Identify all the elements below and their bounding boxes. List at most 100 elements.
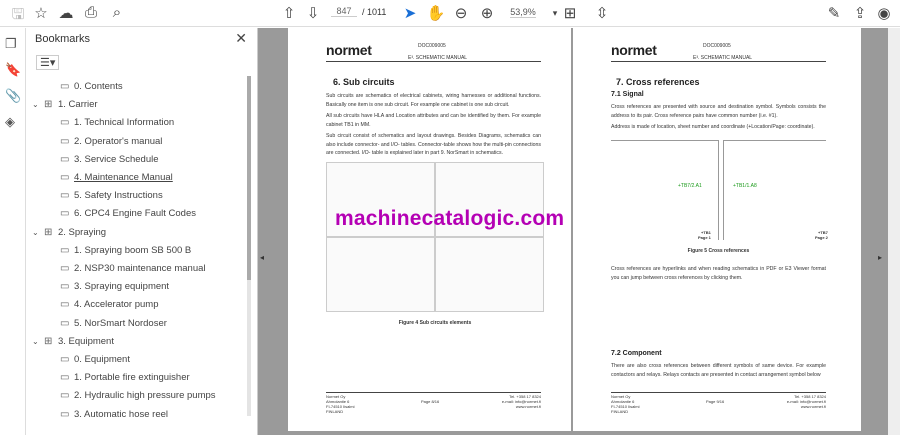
- save-icon[interactable]: 🖫: [8, 4, 28, 29]
- bookmark-item[interactable]: ▭ 6. CPC4 Engine Fault Codes: [48, 208, 196, 219]
- bookmark-icon: ▭: [60, 190, 70, 202]
- bookmark-item[interactable]: ▭ 3. Spraying equipment: [48, 281, 169, 292]
- bookmarks-panel: Bookmarks ✕ ☰▾ ▭ 0. Contents ⌄ ⊞ 1. Carrier ▭…: [26, 28, 258, 435]
- figure-io-table: [435, 237, 544, 312]
- cloud-upload-icon[interactable]: ☁: [56, 4, 76, 22]
- bookmark-label: 3. Spraying equipment: [74, 281, 170, 293]
- bookmark-label: 2. NSP30 maintenance manual: [74, 263, 206, 274]
- bookmark-item[interactable]: ▭ 3. Automatic hose reel: [48, 409, 168, 420]
- bookmark-item[interactable]: ▭ 2. Hydraulic high pressure pumps: [48, 390, 216, 401]
- bookmark-icon: ▭: [60, 299, 70, 311]
- bookmark-item[interactable]: ▭ 5. NorSmart Nordoser: [48, 318, 167, 329]
- zoom-in-icon[interactable]: ⊕: [477, 4, 497, 22]
- bookmark-icon: ▭: [60, 135, 70, 147]
- sign-icon[interactable]: ✎: [824, 4, 844, 22]
- paragraph: Cross references are hyperlinks and when…: [611, 266, 826, 281]
- panel-scrollbar[interactable]: [247, 76, 251, 416]
- section-heading: 6. Sub circuits: [333, 77, 395, 87]
- account-icon[interactable]: ◉: [874, 4, 894, 22]
- bookmark-item[interactable]: ▭ 4. Maintenance Manual: [48, 172, 173, 183]
- doc-number: DOC009005: [703, 43, 731, 49]
- bookmark-icon: ▭: [60, 390, 70, 402]
- share-icon[interactable]: ⇪: [850, 4, 870, 22]
- bookmark-icon: ▭: [60, 263, 70, 274]
- paragraph: Cross references are presented with sour…: [611, 104, 826, 119]
- bookmark-item[interactable]: ▭ 2. NSP30 maintenance manual: [48, 263, 206, 274]
- cross-ref-link[interactable]: +TB7/2.A1: [678, 183, 702, 189]
- bookmark-icon: ▭: [60, 153, 70, 165]
- bookmark-item[interactable]: ▭ 0. Equipment: [48, 354, 130, 365]
- page-up-icon[interactable]: ⇧: [279, 4, 299, 22]
- bookmark-label: 0. Contents: [74, 81, 123, 92]
- page-total: / 1011: [362, 7, 387, 17]
- close-icon[interactable]: ✕: [235, 30, 247, 47]
- scroll-mode-icon[interactable]: ⇳: [592, 4, 612, 22]
- bookmark-icon: ▭: [60, 354, 70, 365]
- expand-right-icon[interactable]: ▸: [878, 253, 882, 262]
- bookmark-icon: ⊞: [44, 226, 53, 238]
- page-number-input[interactable]: 847: [331, 6, 357, 17]
- search-icon[interactable]: ⌕: [107, 4, 127, 21]
- bookmark-label: 5. NorSmart Nordoser: [74, 317, 167, 329]
- thumbnails-icon[interactable]: ❐: [5, 36, 17, 52]
- page-down-icon[interactable]: ⇩: [303, 4, 323, 22]
- zoom-out-icon[interactable]: ⊖: [451, 4, 471, 22]
- bookmark-item[interactable]: ⌄ ⊞ 3. Equipment: [32, 336, 114, 347]
- bookmark-item[interactable]: ▭ 1. Portable fire extinguisher: [48, 372, 190, 383]
- watermark: machinecatalogic.com: [335, 207, 565, 230]
- toolbar: 🖫 ☆ ☁ ⎙ ⌕ ⇧ ⇩ 847 / 1011 ➤ ✋ ⊖ ⊕ 53,9% ▾…: [0, 0, 900, 27]
- select-cursor-icon[interactable]: ➤: [400, 4, 420, 22]
- page-label: Page 8/16: [421, 399, 440, 404]
- figure-caption: Figure 4 Sub circuits elements: [398, 320, 472, 326]
- paragraph: Sub circuits are schematics of electrica…: [326, 93, 541, 108]
- fit-page-icon[interactable]: ⊞: [560, 4, 580, 22]
- collapse-icon[interactable]: ⌄: [32, 228, 40, 237]
- side-rail: ❐ 🔖 📎 ◈: [0, 28, 26, 435]
- normet-logo: normet: [611, 42, 657, 58]
- bookmark-icon: ▭: [60, 244, 70, 256]
- bookmark-item[interactable]: ▭ 1. Spraying boom SB 500 B: [48, 245, 191, 256]
- bookmark-item[interactable]: ⌄ ⊞ 1. Carrier: [32, 99, 98, 110]
- section-heading: 7. Cross references: [616, 77, 700, 87]
- collapse-icon[interactable]: ⌄: [32, 337, 40, 346]
- zoom-level[interactable]: 53,9%: [510, 7, 536, 18]
- attachments-icon[interactable]: 📎: [5, 88, 21, 104]
- bookmark-star-icon[interactable]: ☆: [31, 4, 51, 22]
- bookmark-item[interactable]: ▭ 0. Contents: [48, 81, 123, 92]
- bookmark-item[interactable]: ▭ 5. Safety Instructions: [48, 190, 163, 201]
- layers-icon[interactable]: ◈: [5, 114, 15, 130]
- collapse-left-icon[interactable]: ◂: [260, 253, 264, 262]
- subsection-heading: 7.2 Component: [611, 350, 662, 357]
- document-scrollbar[interactable]: [888, 28, 900, 435]
- panel-title: Bookmarks: [35, 33, 91, 45]
- bookmark-icon: ▭: [60, 172, 70, 183]
- bookmark-label: 4. Maintenance Manual: [74, 172, 173, 183]
- bookmark-item[interactable]: ▭ 2. Operator's manual: [48, 136, 162, 147]
- bookmark-label: 3. Service Schedule: [74, 153, 159, 165]
- paragraph: All sub circuits have HLA and Location a…: [326, 113, 541, 128]
- bookmark-icon: ▭: [60, 81, 70, 92]
- paragraph: There are also cross references between …: [611, 363, 826, 378]
- bookmark-icon: ▭: [60, 208, 70, 220]
- bookmark-item[interactable]: ⌄ ⊞ 2. Spraying: [32, 227, 106, 238]
- page-label: Page 9/16: [706, 399, 725, 404]
- bookmark-item[interactable]: ▭ 3. Service Schedule: [48, 154, 159, 165]
- bookmark-label: 5. Safety Instructions: [74, 190, 163, 202]
- paragraph: Sub circuit consist of schematics and la…: [326, 133, 541, 156]
- bookmark-item[interactable]: ▭ 1. Technical Information: [48, 117, 174, 128]
- paragraph: Address is made of location, sheet numbe…: [611, 124, 815, 130]
- print-icon[interactable]: ⎙: [81, 4, 101, 21]
- cross-ref-link[interactable]: +TB1/1.A8: [733, 183, 757, 189]
- collapse-icon[interactable]: ⌄: [32, 100, 40, 109]
- bookmark-icon: ▭: [60, 408, 70, 420]
- normet-logo: normet: [326, 42, 372, 58]
- bookmark-icon: ▭: [60, 281, 70, 293]
- hand-tool-icon[interactable]: ✋: [426, 4, 446, 22]
- figure-dest-sheet: [723, 140, 826, 240]
- bookmark-label: 3. Automatic hose reel: [74, 408, 168, 420]
- bookmarks-icon[interactable]: 🔖: [5, 62, 21, 78]
- document-view: ◂ normet DOC009005 E³. SCHEMATIC MANUAL …: [258, 28, 900, 435]
- bookmark-item[interactable]: ▭ 4. Accelerator pump: [48, 299, 159, 310]
- bookmark-options-button[interactable]: ☰▾: [36, 55, 60, 70]
- bookmark-label: 4. Accelerator pump: [74, 299, 159, 311]
